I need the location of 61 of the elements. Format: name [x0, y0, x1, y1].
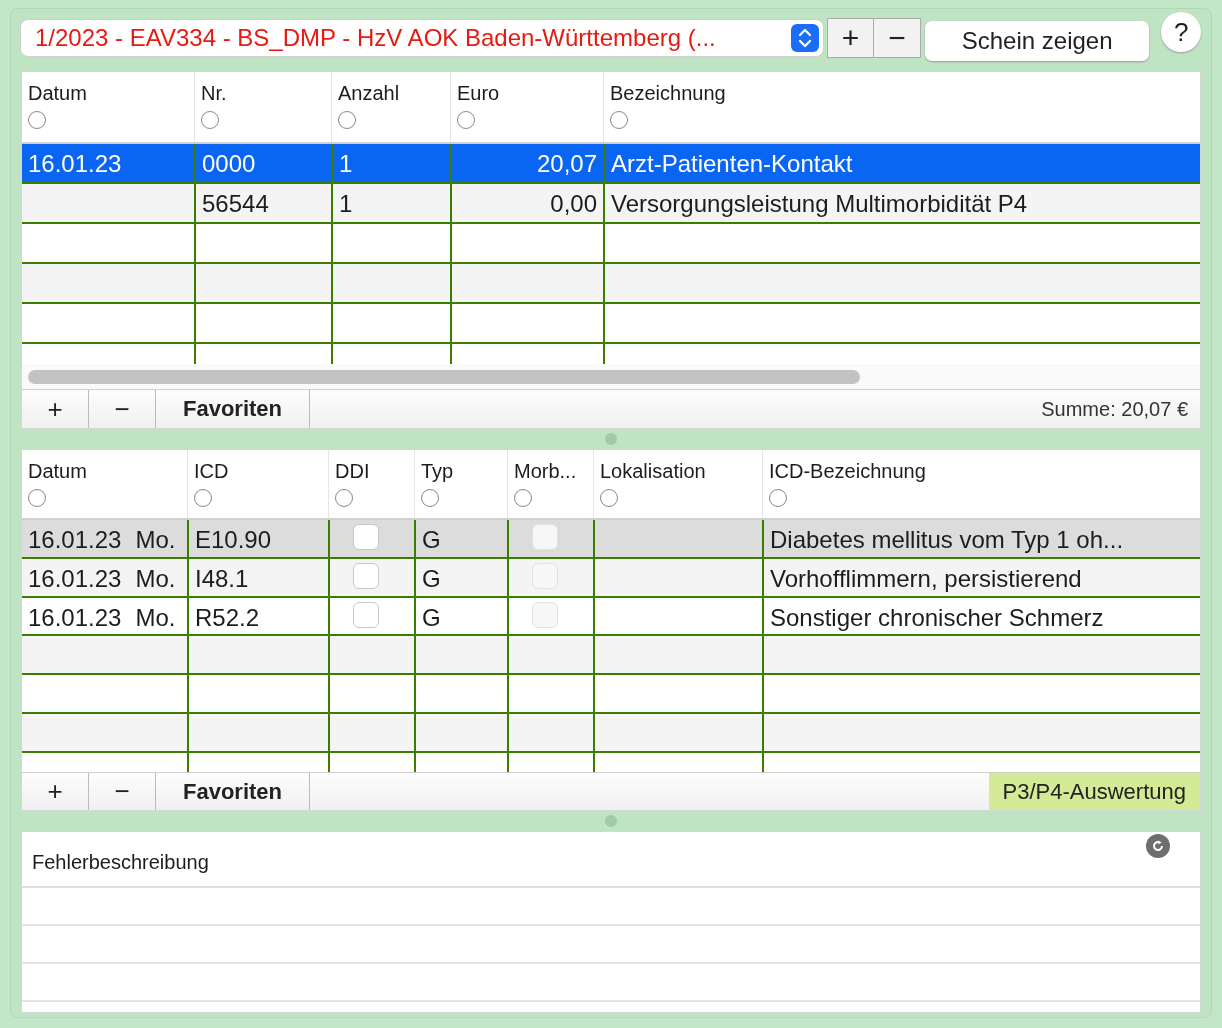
- checkbox[interactable]: [353, 601, 379, 628]
- table-cell: G: [414, 558, 507, 596]
- weekday-text: Mo.: [135, 525, 176, 555]
- table-cell: Sonstiger chronischer Schmerz: [762, 597, 1200, 635]
- column-header[interactable]: Euro: [450, 72, 603, 142]
- error-description-header: Fehlerbeschreibung: [32, 850, 209, 874]
- table-row[interactable]: 56544 1 0,00 Versorgungsleistung Multimorbidität P4: [22, 184, 1200, 224]
- table-row[interactable]: 16.01.23 Mo. R52.2 G Sonstiger chronischer Schmerz: [22, 597, 1200, 637]
- column-header[interactable]: Datum: [22, 72, 194, 142]
- table-cell: E10.90: [187, 519, 328, 557]
- column-header[interactable]: Bezeichnung: [603, 72, 1200, 142]
- refresh-icon[interactable]: [1146, 834, 1170, 858]
- date-text: 16.01.23: [28, 564, 122, 594]
- table-row[interactable]: 16.01.23 0000 1 20,07 Arzt-Patienten-Kontakt: [22, 144, 1200, 184]
- splitter-handle[interactable]: [605, 815, 617, 827]
- table-cell: Arzt-Patienten-Kontakt: [603, 144, 1200, 182]
- weekday-text: Mo.: [135, 564, 176, 594]
- table-cell-text: 16.01.23: [27, 149, 123, 179]
- case-dropdown[interactable]: 1/2023 - EAV334 - BS_DMP - HzV AOK Baden-Württemberg (...: [21, 20, 823, 56]
- show-button[interactable]: Schein zeigen: [924, 21, 1150, 61]
- column-header[interactable]: Morb...: [507, 450, 593, 518]
- favorites-button[interactable]: Favoriten: [156, 390, 310, 428]
- table-cell: G: [414, 597, 507, 635]
- column-header[interactable]: Typ: [414, 450, 507, 518]
- table-cell: Versorgungsleistung Multimorbidität P4: [603, 184, 1200, 222]
- remove-button[interactable]: −: [89, 773, 156, 810]
- scrollbar-thumb[interactable]: [28, 369, 860, 384]
- column-header[interactable]: ICD: [187, 450, 328, 518]
- table-cell: G: [414, 519, 507, 557]
- weekday-text: Mo.: [135, 603, 176, 633]
- table-row[interactable]: 16.01.23 Mo. I48.1 G Vorhofflimmern, persistierend: [22, 558, 1200, 598]
- column-header[interactable]: ICD-Bezeichnung: [762, 450, 1200, 518]
- table-cell: 1: [331, 144, 450, 182]
- table-cell: 1: [331, 184, 450, 222]
- column-header[interactable]: Anzahl: [331, 72, 450, 142]
- checkbox[interactable]: [353, 523, 379, 550]
- favorites-button[interactable]: Favoriten: [156, 773, 310, 810]
- stepper-icon: [790, 24, 819, 52]
- date-text: 16.01.23: [28, 525, 122, 555]
- table-cell: 56544: [194, 184, 331, 222]
- date-text: 16.01.23: [28, 603, 122, 633]
- checkbox[interactable]: [353, 562, 379, 589]
- table-cell: R52.2: [187, 597, 328, 635]
- remove-button[interactable]: −: [89, 390, 156, 428]
- add-button[interactable]: +: [22, 390, 89, 428]
- table-cell: 20,07: [450, 144, 603, 182]
- table-cell: Vorhofflimmern, persistierend: [762, 558, 1200, 596]
- column-header[interactable]: Datum: [22, 450, 187, 518]
- help-button[interactable]: ?: [1161, 12, 1201, 52]
- total-label: Summe: 20,07 €: [1041, 397, 1189, 421]
- table-row[interactable]: 16.01.23 Mo. E10.90 G Diabetes mellitus vom Typ 1 oh...: [22, 519, 1200, 559]
- table-cell: 0,00: [450, 184, 603, 222]
- splitter-handle[interactable]: [605, 433, 617, 445]
- table-cell: Diabetes mellitus vom Typ 1 oh...: [762, 519, 1200, 557]
- column-header[interactable]: DDI: [328, 450, 414, 518]
- evaluation-button[interactable]: P3/P4-Auswertung: [988, 773, 1200, 810]
- table-cell: 0000: [194, 144, 331, 182]
- table-cell: I48.1: [187, 558, 328, 596]
- column-header[interactable]: Lokalisation: [593, 450, 762, 518]
- add-button[interactable]: +: [22, 773, 89, 810]
- column-header[interactable]: Nr.: [194, 72, 331, 142]
